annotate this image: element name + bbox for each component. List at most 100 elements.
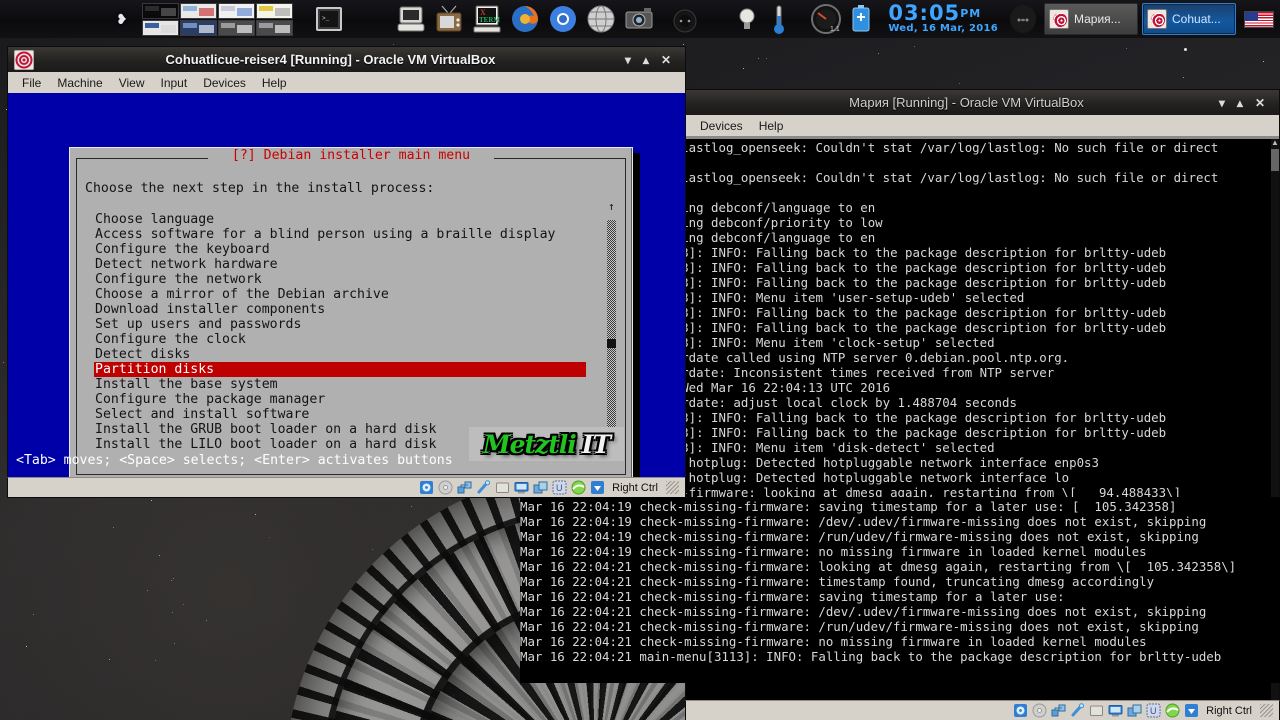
pager-workspace-7[interactable] <box>217 19 255 36</box>
speaker-icon[interactable] <box>1006 2 1040 36</box>
pager-workspace-4[interactable] <box>255 2 293 19</box>
installer-menu-list[interactable]: Choose language Access software for a bli… <box>94 212 586 452</box>
radar-icon[interactable] <box>668 2 702 36</box>
resize-grip[interactable] <box>1260 704 1273 717</box>
installer-menu-item[interactable]: Select and install software <box>94 407 586 422</box>
xterm-icon[interactable]: X TERM <box>470 2 504 36</box>
window2-statusbar[interactable]: U Right Ctrl <box>685 700 1280 720</box>
installer-scrollbar[interactable]: ↑ <box>607 201 616 455</box>
scrollbar-thumb[interactable] <box>1271 149 1279 171</box>
pager-workspace-8[interactable] <box>255 19 293 36</box>
clock[interactable]: 03:05PM Wed, 16 Mar, 2016 <box>882 3 1004 35</box>
maximize-button[interactable]: ▴ <box>643 53 649 67</box>
screen-top-edge <box>686 136 1279 139</box>
console-line: Mar 16 22:04:21 main-menu[3113]: INFO: F… <box>520 649 1222 664</box>
guest-additions-icon[interactable] <box>571 480 586 495</box>
installer-menu-item[interactable]: Access software for a blind person using… <box>94 227 586 242</box>
menu-item-view[interactable]: View <box>111 75 153 91</box>
camera-icon[interactable] <box>622 2 656 36</box>
installer-menu-item[interactable]: Configure the package manager <box>94 392 586 407</box>
mouse-capture-icon[interactable] <box>1184 703 1199 718</box>
window2-titlebar[interactable]: Мария [Running] - Oracle VM VirtualBox ▾… <box>685 89 1280 115</box>
taskbar[interactable]: ❥ >_ X TERM 1.1 03:05PM Wed, 16 Mar, 201… <box>0 0 1280 38</box>
menu-item-file[interactable]: File <box>14 75 49 91</box>
us-flag-icon[interactable] <box>1244 10 1274 28</box>
window1-menubar[interactable]: File Machine View Input Devices Help <box>7 72 686 93</box>
computer-icon[interactable] <box>394 2 428 36</box>
display-icon[interactable] <box>1108 703 1123 718</box>
shared-folder-icon[interactable] <box>495 480 510 495</box>
minimize-button[interactable]: ▾ <box>625 53 631 67</box>
lightbulb-icon[interactable] <box>732 2 766 36</box>
system-tray[interactable]: 1.1 03:05PM Wed, 16 Mar, 2016 Мария... C… <box>730 0 1280 38</box>
vm1-screen[interactable]: [?] Debian installer main menu Choose th… <box>7 93 686 477</box>
network-icon[interactable] <box>1051 703 1066 718</box>
thermometer-icon[interactable] <box>770 2 804 36</box>
clock-date: Wed, 16 Mar, 2016 <box>888 23 998 34</box>
tv-icon[interactable] <box>432 2 466 36</box>
installer-menu-item[interactable]: Configure the clock <box>94 332 586 347</box>
menu-item-help[interactable]: Help <box>751 118 792 134</box>
installer-menu-item[interactable]: Download installer components <box>94 302 586 317</box>
scrollbar-thumb[interactable] <box>607 339 616 348</box>
dialog-title: [?] Debian installer main menu <box>223 148 479 163</box>
taskbar-window-cohuatlicue[interactable]: Cohuat... <box>1142 3 1236 35</box>
installer-menu-item[interactable]: Choose language <box>94 212 586 227</box>
usb-icon[interactable] <box>476 480 491 495</box>
installer-menu-item[interactable]: Set up users and passwords <box>94 317 586 332</box>
scrollbar-track[interactable] <box>607 220 616 455</box>
window2-menubar[interactable]: Devices Help <box>685 115 1280 136</box>
installer-menu-item[interactable]: Install the base system <box>94 377 586 392</box>
network-icon[interactable] <box>457 480 472 495</box>
menu-item-devices[interactable]: Devices <box>195 75 254 91</box>
guest-additions-icon[interactable] <box>1165 703 1180 718</box>
pager-workspace-5[interactable] <box>141 19 179 36</box>
hard-disk-icon[interactable] <box>1013 703 1028 718</box>
installer-menu-item[interactable]: Choose a mirror of the Debian archive <box>94 287 586 302</box>
window1-statusbar[interactable]: U Right Ctrl <box>7 477 686 498</box>
chromium-icon[interactable] <box>546 2 580 36</box>
pager-workspace-2[interactable] <box>179 2 217 19</box>
scroll-up-arrow-icon[interactable]: ↑ <box>608 201 615 212</box>
installer-menu-item[interactable]: Detect disks <box>94 347 586 362</box>
window-cohuatlicue-reiser4[interactable]: Cohuatlicue-reiser4 [Running] - Oracle V… <box>7 46 686 498</box>
battery-icon[interactable] <box>846 2 880 36</box>
mouse-capture-icon[interactable] <box>590 480 605 495</box>
window1-titlebar[interactable]: Cohuatlicue-reiser4 [Running] - Oracle V… <box>7 46 686 72</box>
installer-menu-item[interactable]: Configure the network <box>94 272 586 287</box>
console-line: Mar 16 22:04:19 check-missing-firmware: … <box>520 529 1199 544</box>
menu-item-machine[interactable]: Machine <box>49 75 110 91</box>
installer-menu-item[interactable]: Configure the keyboard <box>94 242 586 257</box>
scroll-up-icon[interactable]: ▲ <box>1271 139 1279 147</box>
installer-menu-item[interactable]: Partition disks <box>94 362 586 377</box>
usb-icon[interactable] <box>1070 703 1085 718</box>
installer-menu-item[interactable]: Detect network hardware <box>94 257 586 272</box>
globe-icon[interactable] <box>584 2 618 36</box>
vrde-icon[interactable] <box>1127 703 1142 718</box>
menu-item-devices[interactable]: Devices <box>692 118 751 134</box>
menu-item-help[interactable]: Help <box>254 75 295 91</box>
terminal-window-icon[interactable]: >_ <box>312 2 346 36</box>
hard-disk-icon[interactable] <box>419 480 434 495</box>
workspace-pager[interactable] <box>141 2 294 36</box>
vrde-icon[interactable] <box>533 480 548 495</box>
menu-item-input[interactable]: Input <box>153 75 196 91</box>
cd-dvd-icon[interactable] <box>1032 703 1047 718</box>
pager-workspace-6[interactable] <box>179 19 217 36</box>
close-button[interactable]: ✕ <box>1255 96 1265 110</box>
taskbar-window-maria[interactable]: Мария... <box>1044 3 1138 35</box>
display-icon[interactable] <box>514 480 529 495</box>
gauge-icon[interactable]: 1.1 <box>808 2 842 36</box>
firefox-icon[interactable] <box>508 2 542 36</box>
usb-device-icon[interactable]: U <box>552 480 567 495</box>
usb-device-icon[interactable]: U <box>1146 703 1161 718</box>
pager-workspace-1[interactable] <box>141 2 179 19</box>
console-line: Mar 16 22:04:21 check-missing-firmware: … <box>520 559 1237 574</box>
pager-workspace-3[interactable] <box>217 2 255 19</box>
close-button[interactable]: ✕ <box>661 53 671 67</box>
minimize-button[interactable]: ▾ <box>1219 96 1225 110</box>
maximize-button[interactable]: ▴ <box>1237 96 1243 110</box>
resize-grip[interactable] <box>666 481 679 494</box>
cd-dvd-icon[interactable] <box>438 480 453 495</box>
shared-folder-icon[interactable] <box>1089 703 1104 718</box>
